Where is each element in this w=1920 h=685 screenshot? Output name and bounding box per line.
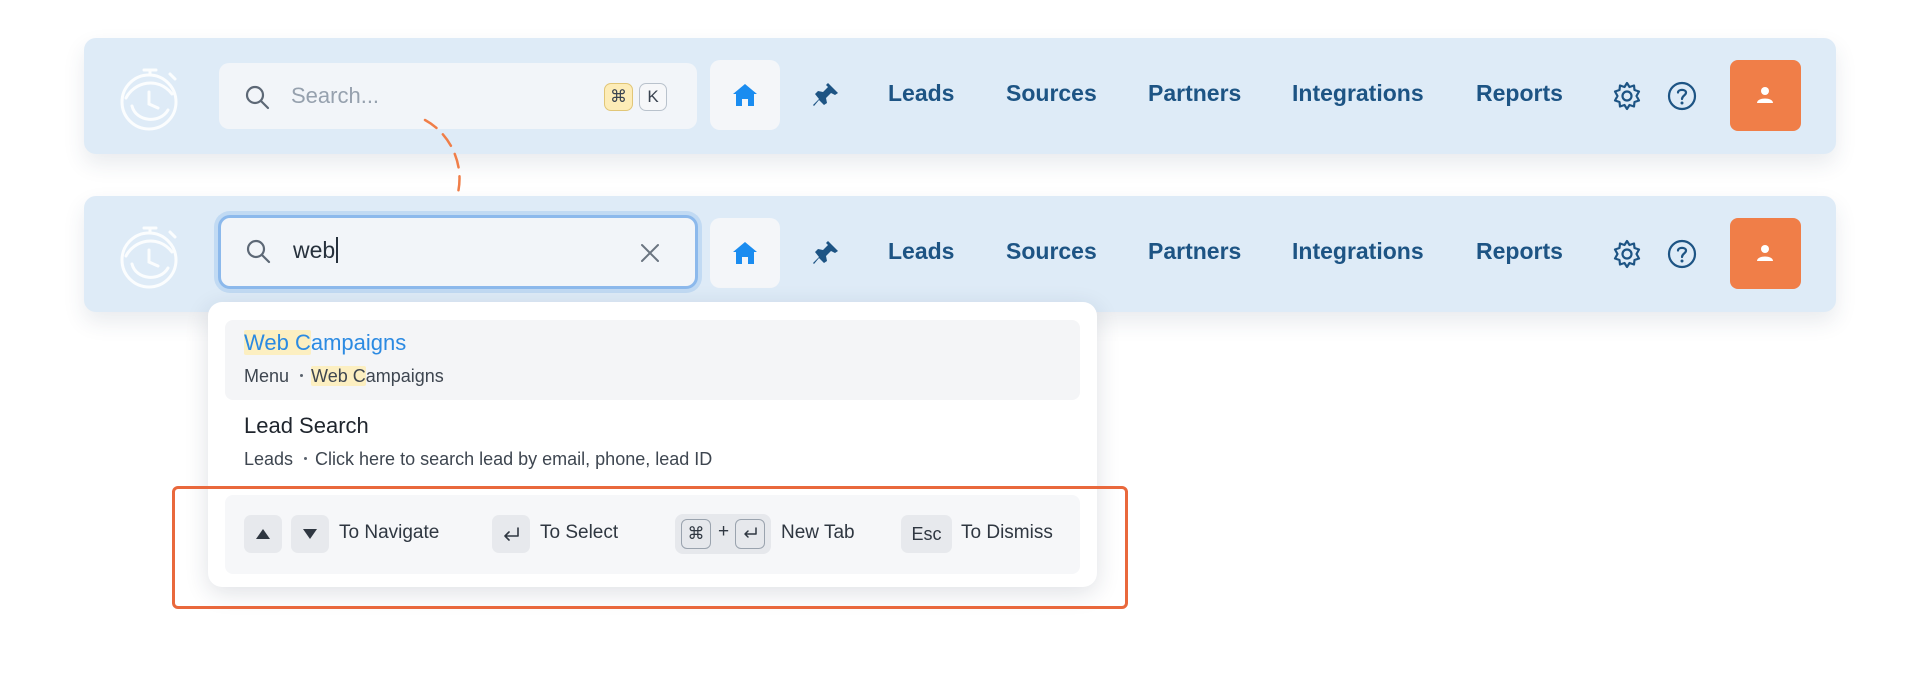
user-icon (1757, 87, 1773, 103)
home-icon (733, 242, 757, 264)
search-icon (245, 85, 270, 110)
search-icon (246, 239, 271, 264)
close-icon[interactable] (637, 240, 663, 266)
nav-link-leads[interactable]: Leads (888, 80, 954, 107)
gear-icon[interactable] (1611, 80, 1643, 112)
callout-highlight-box (172, 486, 1128, 609)
match-highlight: Web C (311, 366, 366, 386)
home-icon (733, 84, 757, 106)
home-button[interactable] (710, 218, 780, 288)
separator-dot (300, 373, 304, 377)
k-key-badge: K (639, 83, 667, 111)
nav-link-integrations[interactable]: Integrations (1292, 238, 1424, 265)
nav-link-sources[interactable]: Sources (1006, 238, 1097, 265)
user-avatar-button[interactable] (1730, 218, 1801, 289)
user-icon (1757, 245, 1773, 261)
result-path-rest: ampaigns (365, 366, 444, 386)
stopwatch-logo[interactable] (118, 60, 184, 132)
home-button[interactable] (710, 60, 780, 130)
pin-icon[interactable] (811, 80, 841, 110)
nav-link-partners[interactable]: Partners (1148, 238, 1241, 265)
result-section: Leads (244, 449, 294, 469)
stage: Search... ⌘ K Leads Sources Partners Int… (0, 0, 1920, 685)
result-title: Web Campaigns (244, 330, 406, 356)
help-icon[interactable] (1666, 80, 1698, 112)
result-description: Click here to search lead by email, phon… (315, 449, 713, 469)
nav-link-integrations[interactable]: Integrations (1292, 80, 1424, 107)
result-title: Lead Search (244, 413, 369, 438)
nav-link-reports[interactable]: Reports (1476, 80, 1563, 107)
nav-link-leads[interactable]: Leads (888, 238, 954, 265)
result-path: Menu Web Campaigns (244, 366, 444, 387)
cmd-key-badge: ⌘ (604, 83, 633, 111)
result-section: Menu (244, 366, 290, 386)
search-value: web (293, 237, 339, 263)
match-highlight: Web C (244, 330, 311, 355)
separator-dot (304, 456, 308, 460)
user-avatar-button[interactable] (1730, 60, 1801, 131)
search-placeholder: Search... (291, 83, 380, 108)
result-item-web-campaigns[interactable]: Web Campaigns Menu Web Campaigns (225, 320, 1080, 400)
nav-link-sources[interactable]: Sources (1006, 80, 1097, 107)
result-title-rest: ampaigns (310, 330, 407, 355)
pin-icon[interactable] (811, 238, 841, 268)
gear-icon[interactable] (1611, 238, 1643, 270)
stopwatch-logo[interactable] (118, 218, 184, 290)
nav-link-partners[interactable]: Partners (1148, 80, 1241, 107)
nav-bar-active: web Leads Sources Partners Integrations … (84, 196, 1836, 312)
result-item-lead-search[interactable]: Lead Search Leads Click here to search le… (225, 403, 1080, 483)
help-icon[interactable] (1666, 238, 1698, 270)
nav-link-reports[interactable]: Reports (1476, 238, 1563, 265)
result-path: Leads Click here to search lead by email,… (244, 449, 712, 470)
nav-bar-idle: Search... ⌘ K Leads Sources Partners Int… (84, 38, 1836, 154)
search-input[interactable]: web (218, 215, 698, 289)
